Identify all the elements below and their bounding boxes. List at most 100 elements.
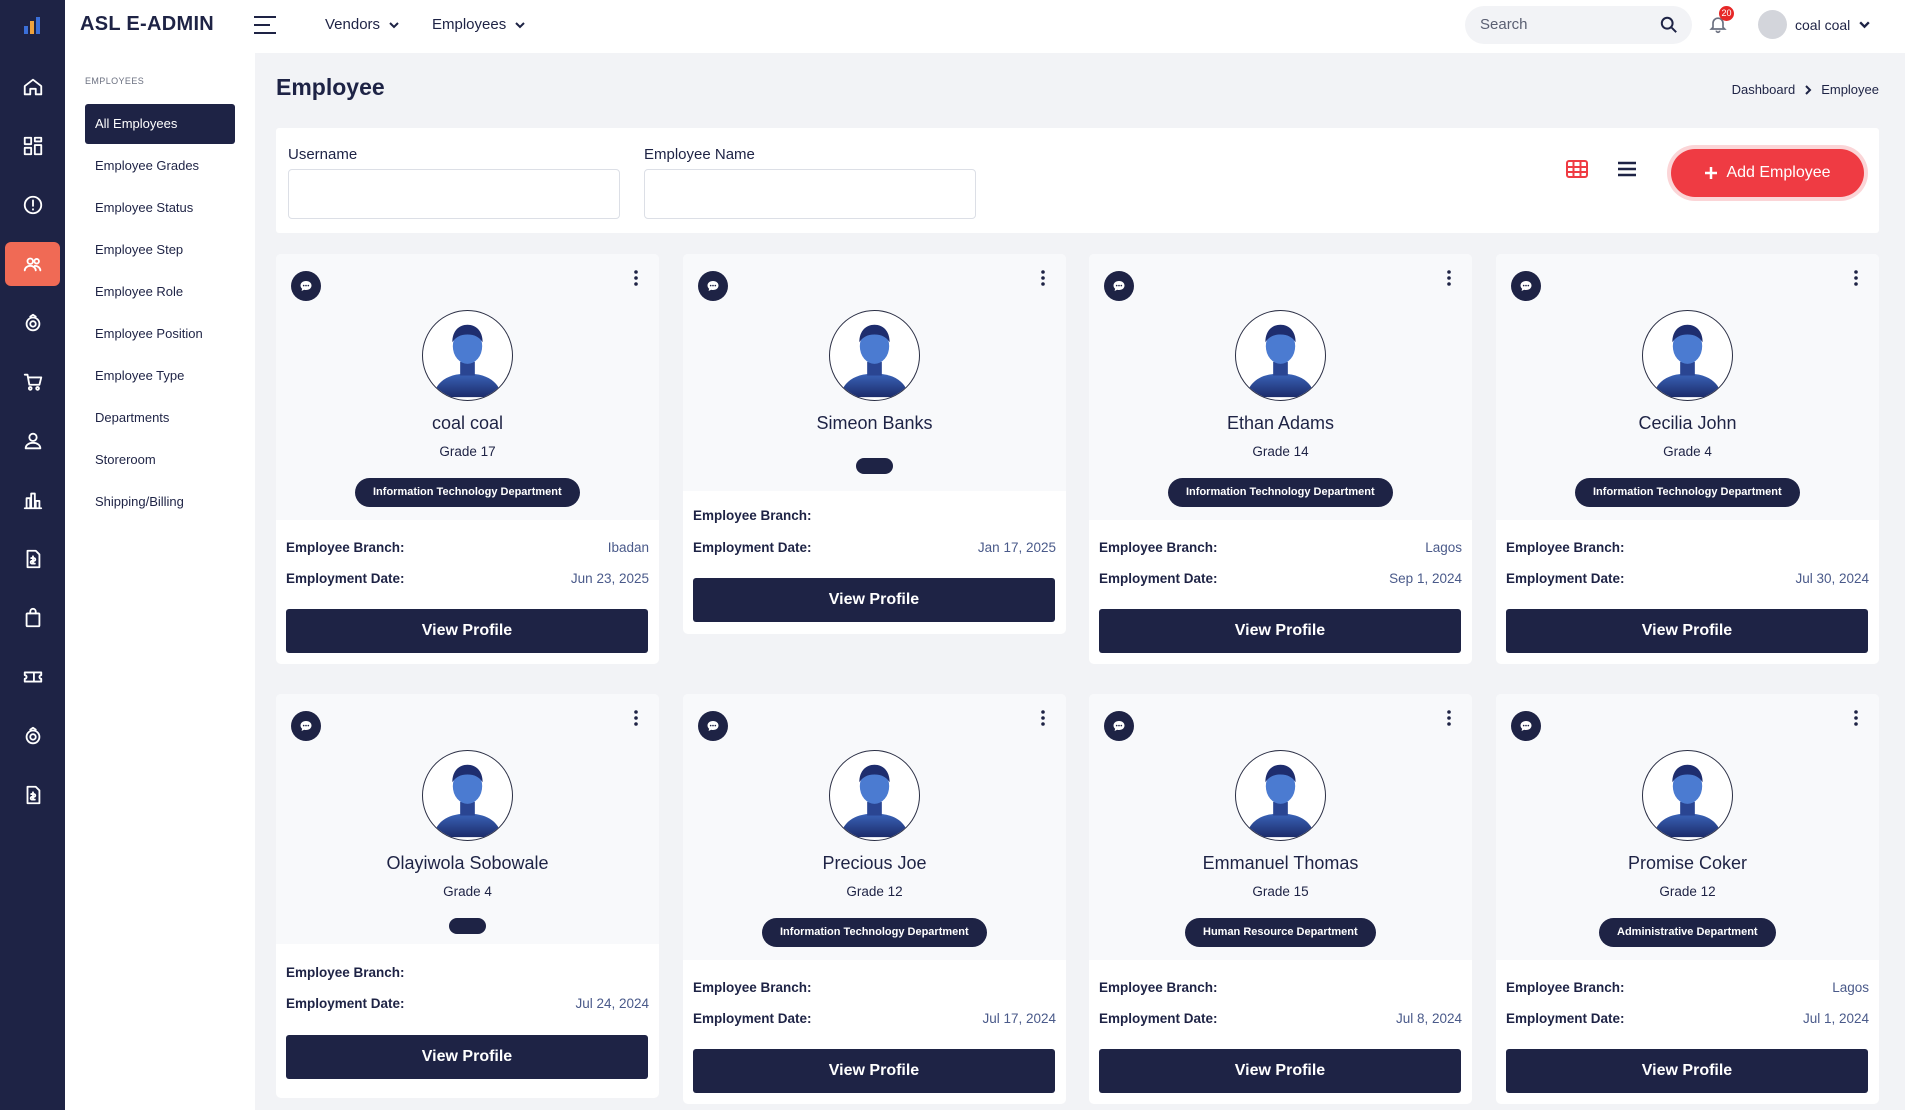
employee-name: Emmanuel Thomas (1202, 853, 1359, 873)
search-box[interactable]: Search (1465, 6, 1692, 44)
list-view-icon[interactable] (1616, 158, 1642, 184)
more-options-icon[interactable] (1038, 268, 1048, 288)
sidebar-item-all-employees[interactable]: All Employees (85, 104, 235, 144)
branch-row: Employee Branch: (693, 980, 1056, 995)
sidebar-item-employee-grades[interactable]: Employee Grades (85, 146, 235, 186)
rail-badge-icon[interactable] (5, 301, 60, 345)
employment-date-row: Employment Date: Jun 23, 2025 (286, 571, 649, 586)
more-options-icon[interactable] (631, 268, 641, 288)
breadcrumb-current: Employee (1821, 82, 1879, 97)
employment-date-row: Employment Date: Jul 24, 2024 (286, 996, 649, 1011)
view-profile-button[interactable]: View Profile (1506, 1049, 1868, 1093)
add-employee-button[interactable]: Add Employee (1671, 149, 1864, 197)
more-options-icon[interactable] (1444, 708, 1454, 728)
employee-avatar (1235, 750, 1326, 841)
employment-date-label: Employment Date: (1506, 1011, 1625, 1026)
sidebar-item-employee-type[interactable]: Employee Type (85, 356, 235, 396)
more-options-icon[interactable] (631, 708, 641, 728)
rail-person-icon[interactable] (5, 419, 60, 463)
employment-date-value: Jul 8, 2024 (1395, 1011, 1462, 1026)
branch-label: Employee Branch: (286, 540, 405, 555)
chat-icon[interactable] (698, 271, 728, 301)
employee-card: Cecilia John Grade 4 Information Technol… (1496, 254, 1879, 664)
sidebar-item-storeroom[interactable]: Storeroom (85, 440, 235, 480)
sidebar-item-employee-step[interactable]: Employee Step (85, 230, 235, 270)
employee-avatar (829, 310, 920, 401)
department-badge: Information Technology Department (1168, 478, 1393, 507)
branch-value: Ibadan (607, 540, 649, 555)
sidebar-item-employee-position[interactable]: Employee Position (85, 314, 235, 354)
view-profile-button[interactable]: View Profile (1099, 1049, 1461, 1093)
branch-label: Employee Branch: (1506, 980, 1625, 995)
rail-ticket-icon[interactable] (5, 655, 60, 699)
branch-label: Employee Branch: (1099, 540, 1218, 555)
rail-document-icon[interactable] (5, 773, 60, 817)
branch-label: Employee Branch: (693, 508, 812, 523)
more-options-icon[interactable] (1038, 708, 1048, 728)
chevron-down-icon (1859, 21, 1870, 29)
nav-vendors-label: Vendors (325, 16, 381, 33)
rail-bag-icon[interactable] (5, 596, 60, 640)
department-badge: Information Technology Department (355, 478, 580, 507)
rail-dashboard-icon[interactable] (5, 124, 60, 168)
rail-chart-icon[interactable] (5, 478, 60, 522)
view-profile-button[interactable]: View Profile (286, 1035, 648, 1079)
branch-label: Employee Branch: (286, 965, 405, 980)
employment-date-value: Jul 30, 2024 (1795, 571, 1869, 586)
department-badge: Administrative Department (1599, 918, 1776, 947)
branch-row: Employee Branch: Lagos (1099, 540, 1462, 555)
search-icon[interactable] (1660, 16, 1678, 34)
chat-icon[interactable] (1511, 711, 1541, 741)
chat-icon[interactable] (291, 711, 321, 741)
employee-grade: Grade 4 (443, 884, 492, 899)
sidebar-item-employee-role[interactable]: Employee Role (85, 272, 235, 312)
nav-employees[interactable]: Employees (432, 16, 526, 33)
chat-icon[interactable] (1511, 271, 1541, 301)
view-profile-button[interactable]: View Profile (693, 1049, 1055, 1093)
sidebar-item-departments[interactable]: Departments (85, 398, 235, 438)
rail-users-icon[interactable] (5, 242, 60, 286)
employee-grade: Grade 17 (439, 444, 496, 459)
employee-avatar (1642, 750, 1733, 841)
nav-vendors[interactable]: Vendors (325, 16, 400, 33)
notifications-bell[interactable]: 20 (1708, 6, 1734, 36)
employment-date-row: Employment Date: Jan 17, 2025 (693, 540, 1056, 555)
chat-icon[interactable] (1104, 271, 1134, 301)
sidebar-item-shipping-billing[interactable]: Shipping/Billing (85, 482, 235, 522)
employment-date-row: Employment Date: Sep 1, 2024 (1099, 571, 1462, 586)
grid-view-icon[interactable] (1566, 158, 1592, 184)
sidebar-item-employee-status[interactable]: Employee Status (85, 188, 235, 228)
employee-name: Promise Coker (1627, 853, 1748, 873)
rail-cart-icon[interactable] (5, 360, 60, 404)
department-badge: Human Resource Department (1185, 918, 1376, 947)
employee-name-input[interactable] (644, 169, 976, 219)
user-menu[interactable]: coal coal (1758, 10, 1871, 39)
chat-icon[interactable] (698, 711, 728, 741)
more-options-icon[interactable] (1444, 268, 1454, 288)
more-options-icon[interactable] (1851, 268, 1861, 288)
employee-grade: Grade 4 (1663, 444, 1712, 459)
employment-date-value: Jun 23, 2025 (570, 571, 649, 586)
employment-date-row: Employment Date: Jul 30, 2024 (1506, 571, 1869, 586)
menu-toggle-icon[interactable] (253, 15, 277, 35)
view-profile-button[interactable]: View Profile (1099, 609, 1461, 653)
username-input[interactable] (288, 169, 620, 219)
employee-name: Simeon Banks (816, 413, 933, 433)
rail-alert-icon[interactable] (5, 183, 60, 227)
notification-count-badge: 20 (1719, 6, 1734, 21)
rail-home-icon[interactable] (5, 65, 60, 109)
more-options-icon[interactable] (1851, 708, 1861, 728)
employment-date-label: Employment Date: (1099, 1011, 1218, 1026)
view-profile-button[interactable]: View Profile (1506, 609, 1868, 653)
breadcrumb-dashboard[interactable]: Dashboard (1732, 82, 1796, 97)
rail-badge-icon-2[interactable] (5, 714, 60, 758)
department-badge: Information Technology Department (762, 918, 987, 947)
branch-label: Employee Branch: (1099, 980, 1218, 995)
view-profile-button[interactable]: View Profile (693, 578, 1055, 622)
chat-icon[interactable] (1104, 711, 1134, 741)
rail-invoice-icon[interactable] (5, 537, 60, 581)
view-profile-button[interactable]: View Profile (286, 609, 648, 653)
employee-card: Promise Coker Grade 12 Administrative De… (1496, 694, 1879, 1104)
employee-name: coal coal (431, 413, 504, 433)
chat-icon[interactable] (291, 271, 321, 301)
